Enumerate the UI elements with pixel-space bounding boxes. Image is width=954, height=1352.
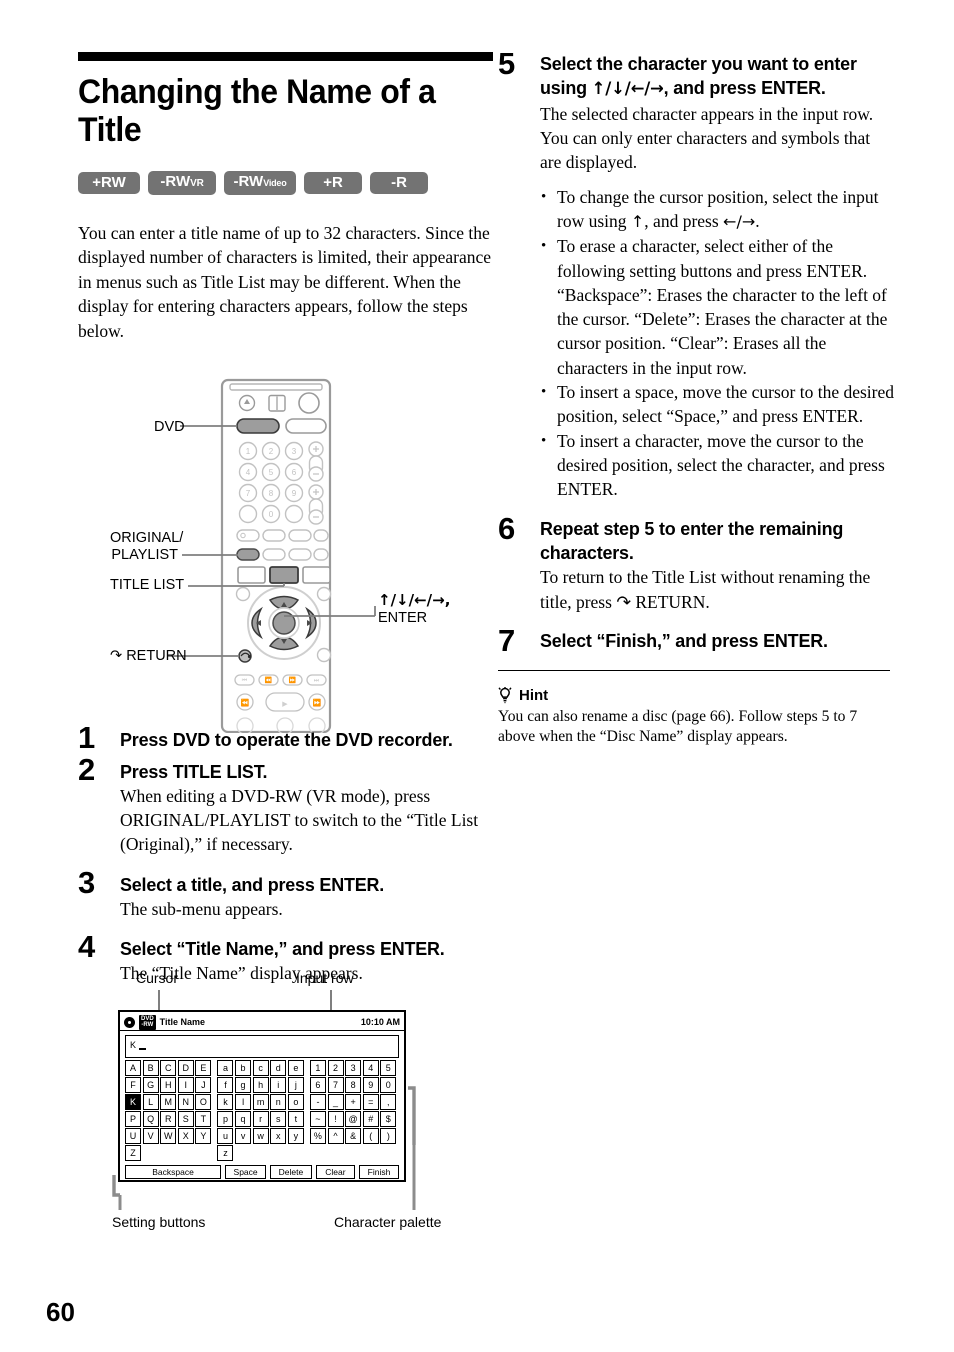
page-title: Changing the Name of a Title xyxy=(78,73,436,149)
step-2-body: When editing a DVD-RW (VR mode), press O… xyxy=(120,786,479,855)
step-5-heading-post: , and press ENTER. xyxy=(663,77,826,98)
disc-badge-row: +RW -RWVR -RWVideo +R -R xyxy=(78,171,498,195)
callout-enter: ENTER xyxy=(378,610,428,626)
step-6-body: To return to the Title List without rena… xyxy=(540,565,894,614)
title-rule xyxy=(78,52,493,61)
bullet-insert-character: To insert a character, move the cursor t… xyxy=(540,429,894,502)
badge-minus-rw-video-main: -RW xyxy=(233,173,264,190)
badge-minus-rw-vr: -RWVR xyxy=(148,171,216,195)
hint-body: You can also rename a disc (page 66). Fo… xyxy=(498,707,858,746)
badge-minus-rw-vr-main: -RW xyxy=(160,173,191,190)
badge-plus-rw-main: +RW xyxy=(92,174,126,191)
step-5-heading-line2: using ↑/↓/←/→, and press ENTER. xyxy=(540,76,883,101)
label-character-palette: Character palette xyxy=(334,1214,442,1230)
arrow-left-right-icon: ←/→ xyxy=(723,211,756,231)
step-5-body-2: You can only enter characters and symbol… xyxy=(540,128,871,173)
step-3-heading: Select a title, and press ENTER. xyxy=(120,873,385,895)
badge-plus-r-main: +R xyxy=(323,174,343,191)
step-5-heading-line1: Select the character you want to enter xyxy=(540,53,857,74)
step-7-number: 7 xyxy=(498,622,516,658)
dpad-arrows-icon: ↑/↓/←/→ xyxy=(591,79,664,99)
callout-return: ↷ RETURN xyxy=(110,648,187,665)
step-1-number: 1 xyxy=(78,720,96,755)
step-2-heading: Press TITLE LIST. xyxy=(120,761,268,782)
step-3-body: The sub-menu appears. xyxy=(120,898,283,919)
remote-control-illustration: 1 2 3 4 5 6 7 8 9 0 ⏮ ⏪ ⏩ ⏭ ⏪ ▶ ⏩ DVD ORIGINAL… xyxy=(110,378,500,735)
step-5-body-1: The selected character appears in the in… xyxy=(540,104,874,124)
badge-minus-r: -R xyxy=(370,172,428,194)
step-5: 5 Select the character you want to enter… xyxy=(498,48,894,502)
callout-return-label: RETURN xyxy=(126,648,187,664)
step-6-heading-line1: Repeat step 5 to enter the remaining xyxy=(540,518,844,540)
svg-text:6: 6 xyxy=(292,468,297,477)
manual-page: Changing the Name of a Title +RW -RWVR -… xyxy=(0,0,954,1352)
arrow-up-icon: ↑ xyxy=(630,211,645,231)
osd-illustration: Cursor Input row DVD -RW Title Name 10:1… xyxy=(112,970,492,1235)
svg-text:5: 5 xyxy=(269,468,274,477)
right-column: 5 Select the character you want to enter… xyxy=(498,48,894,748)
badge-plus-rw: +RW xyxy=(78,172,140,194)
svg-text:⏩: ⏩ xyxy=(313,698,322,707)
svg-text:⏩: ⏩ xyxy=(289,676,297,684)
bullet-erase-character: To erase a character, select either of t… xyxy=(540,234,894,380)
callout-original-playlist-line2: PLAYLIST xyxy=(111,547,178,563)
badge-minus-rw-video: -RWVideo xyxy=(224,171,296,195)
step-5-heading-pre: using xyxy=(540,77,592,98)
bullet-1-mid: , and press xyxy=(644,210,724,231)
label-setting-buttons: Setting buttons xyxy=(112,1214,206,1230)
page-number: 60 xyxy=(46,1297,75,1327)
step-5-bullets: To change the cursor position, select th… xyxy=(540,185,894,502)
step-5-number: 5 xyxy=(498,46,516,81)
step-6-body-post: RETURN. xyxy=(630,591,710,612)
left-column: Changing the Name of a Title +RW -RWVR -… xyxy=(78,52,498,353)
step-4-heading: Select “Title Name,” and press ENTER. xyxy=(120,937,445,959)
lightbulb-icon xyxy=(498,686,512,704)
callout-dpad-arrows: ↑/↓/←/→, xyxy=(378,591,451,609)
svg-text:2: 2 xyxy=(269,447,274,456)
svg-text:8: 8 xyxy=(269,489,274,498)
left-steps: 1 Press DVD to operate the DVD recorder.… xyxy=(78,722,498,994)
bullet-insert-space: To insert a space, move the cursor to th… xyxy=(540,380,894,429)
svg-text:1: 1 xyxy=(246,447,251,456)
step-1: 1 Press DVD to operate the DVD recorder. xyxy=(78,722,498,753)
svg-text:4: 4 xyxy=(246,468,251,477)
svg-text:⏭: ⏭ xyxy=(314,677,320,684)
step-1-heading: Press DVD to operate the DVD recorder. xyxy=(120,729,453,750)
hint-header: Hint xyxy=(498,686,894,704)
step-4-number: 4 xyxy=(78,928,96,964)
step-6: 6 Repeat step 5 to enter the remaining c… xyxy=(498,513,894,614)
step-6-heading-line2: characters. xyxy=(540,542,634,564)
step-2: 2 Press TITLE LIST. When editing a DVD-R… xyxy=(78,754,498,857)
osd-bracket-markers xyxy=(112,1086,416,1210)
hint-label: Hint xyxy=(519,686,549,704)
callout-title-list: TITLE LIST xyxy=(110,577,185,593)
step-3: 3 Select a title, and press ENTER. The s… xyxy=(78,867,498,921)
callout-dvd: DVD xyxy=(154,419,185,435)
svg-text:9: 9 xyxy=(292,489,297,498)
return-icon-inline: ↷ xyxy=(616,592,631,613)
bullet-cursor-position: To change the cursor position, select th… xyxy=(540,185,894,235)
step-2-number: 2 xyxy=(78,752,96,787)
step-6-number: 6 xyxy=(498,511,516,547)
callout-original-playlist-line1: ORIGINAL/ xyxy=(110,530,184,546)
step-7: 7 Select “Finish,” and press ENTER. xyxy=(498,625,894,656)
badge-minus-rw-vr-sub: VR xyxy=(190,178,204,189)
step-7-heading: Select “Finish,” and press ENTER. xyxy=(540,629,828,651)
svg-text:⏮: ⏮ xyxy=(242,677,248,684)
hint-divider xyxy=(498,669,890,671)
svg-text:0: 0 xyxy=(269,510,274,519)
svg-text:3: 3 xyxy=(292,447,297,456)
svg-text:⏪: ⏪ xyxy=(241,698,250,707)
svg-text:7: 7 xyxy=(246,489,251,498)
badge-minus-rw-video-sub: Video xyxy=(263,178,287,188)
return-icon: ↷ xyxy=(110,648,123,664)
svg-text:▶: ▶ xyxy=(282,700,288,708)
intro-paragraph: You can enter a title name of up to 32 c… xyxy=(78,223,492,341)
svg-text:⏪: ⏪ xyxy=(265,676,273,684)
bullet-1-post: . xyxy=(755,210,760,231)
badge-plus-r: +R xyxy=(304,172,362,194)
step-3-number: 3 xyxy=(78,864,96,900)
badge-minus-r-main: -R xyxy=(391,174,407,191)
